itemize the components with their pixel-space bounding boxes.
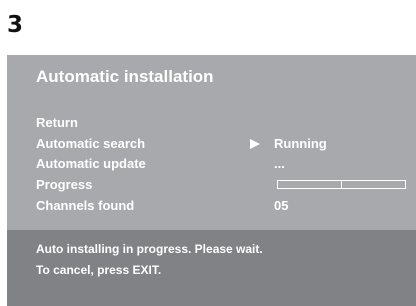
automatic-search-status: Running [274, 136, 327, 151]
status-message: Auto installing in progress. Please wait… [36, 242, 263, 256]
menu-item-progress: Progress [36, 177, 411, 197]
step-number: 3 [7, 12, 24, 38]
panel-title: Automatic installation [36, 67, 214, 86]
menu-item-label: Automatic search [36, 136, 146, 151]
play-triangle-icon [250, 139, 260, 149]
automatic-update-status: ... [274, 156, 285, 171]
status-footer: Auto installing in progress. Please wait… [7, 230, 416, 306]
menu-item-label: Return [36, 115, 78, 130]
menu-item-automatic-update[interactable]: Automatic update ... [36, 156, 411, 176]
menu-item-label: Progress [36, 177, 93, 192]
menu-item-channels-found[interactable]: Channels found 05 [36, 198, 411, 218]
menu-item-label: Channels found [36, 198, 135, 213]
menu-item-return[interactable]: Return [36, 115, 411, 135]
automatic-installation-panel: Automatic installation Return Automatic … [7, 55, 416, 306]
menu-item-label: Automatic update [36, 156, 146, 171]
progress-bar-fill [278, 181, 342, 188]
cancel-instruction: To cancel, press EXIT. [36, 263, 162, 277]
menu-item-automatic-search[interactable]: Automatic search Running [36, 136, 411, 156]
progress-bar [277, 180, 406, 189]
channels-found-count: 05 [274, 198, 289, 213]
